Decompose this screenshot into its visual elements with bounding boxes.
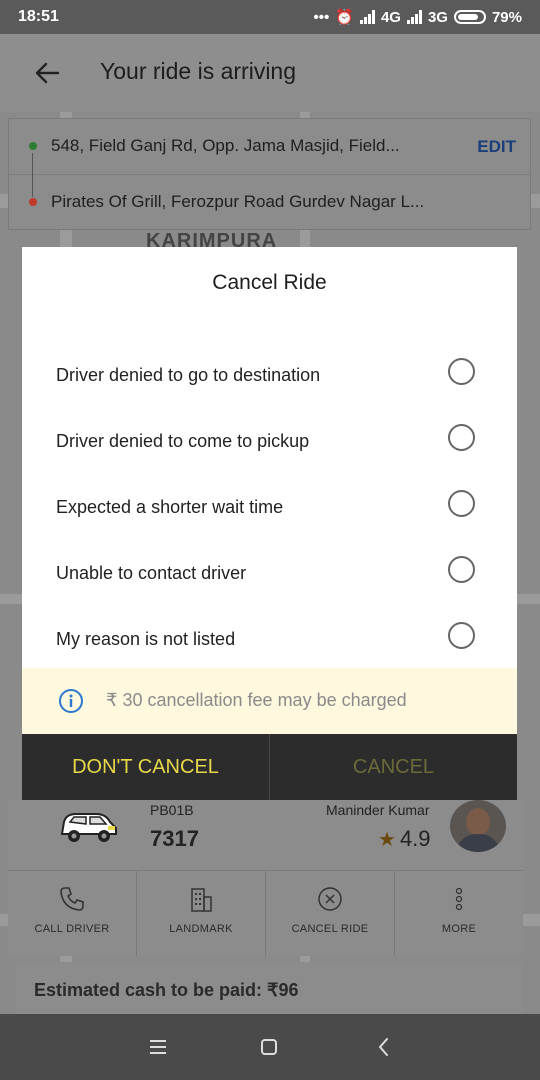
call-driver-button[interactable]: CALL DRIVER [8, 871, 137, 956]
landmark-button[interactable]: LANDMARK [137, 871, 266, 956]
drop-dot-icon [29, 198, 37, 206]
drop-address: Pirates Of Grill, Ferozpur Road Gurdev N… [51, 192, 425, 211]
estimate-bar: Estimated cash to be paid: ₹96 [16, 962, 522, 1014]
reason-option[interactable]: Driver denied to come to pickup [22, 411, 517, 477]
driver-rating: ★ 4.9 [378, 826, 431, 852]
back-arrow-icon[interactable] [30, 56, 64, 90]
plate-number: 7317 [150, 826, 199, 851]
more-dots-icon: ••• [313, 8, 330, 26]
ride-actions: CALL DRIVER LANDMARK CANCEL RIDE MORE [8, 870, 523, 956]
home-icon[interactable] [261, 1039, 277, 1055]
reason-label: Unable to contact driver [56, 563, 247, 583]
estimated-cash-text: Estimated cash to be paid: ₹96 [34, 980, 299, 1000]
driver-name: Maninder Kumar [326, 802, 430, 818]
pickup-row[interactable]: 548, Field Ganj Rd, Opp. Jama Masjid, Fi… [9, 119, 530, 175]
star-icon: ★ [378, 829, 396, 851]
cancel-ride-button[interactable]: CANCEL RIDE [266, 871, 395, 956]
more-button[interactable]: MORE [395, 871, 523, 956]
reason-label: Driver denied to come to pickup [56, 431, 310, 451]
signal-icon [359, 10, 375, 24]
more-label: MORE [441, 923, 477, 935]
phone-icon [60, 887, 84, 911]
reason-option[interactable]: Expected a shorter wait time [22, 477, 517, 543]
confirm-cancel-label: CANCEL [352, 756, 435, 778]
reason-radio[interactable] [448, 622, 475, 649]
driver-card: PB01B 7317 Maninder Kumar ★ 4.9 [8, 800, 523, 870]
building-icon [191, 888, 212, 912]
system-back-icon[interactable] [374, 1036, 394, 1058]
app-bar: Your ride is arriving [0, 34, 540, 112]
edit-button[interactable]: EDIT [477, 137, 516, 157]
pickup-dot-icon [29, 142, 37, 150]
more-vertical-icon [455, 887, 463, 911]
info-icon [59, 689, 83, 713]
landmark-label: LANDMARK [169, 923, 233, 935]
network-type-1: 4G [380, 8, 401, 26]
page-title: Your ride is arriving [100, 58, 297, 84]
status-icons: ••• ⏰ 4G 3G 79% [313, 8, 522, 27]
confirm-cancel-button[interactable]: CANCEL [270, 734, 517, 800]
recent-apps-icon[interactable] [150, 1040, 166, 1054]
system-nav-bar [0, 1014, 540, 1080]
dialog-title: Cancel Ride [212, 271, 327, 294]
cancel-circle-icon [318, 887, 342, 911]
signal-icon-2 [406, 10, 422, 24]
rating-value: 4.9 [399, 826, 431, 851]
network-type-2: 3G [427, 8, 448, 26]
reason-label: Expected a shorter wait time [56, 497, 284, 517]
reason-option[interactable]: Driver denied to go to destination [22, 345, 517, 411]
reason-option[interactable]: Unable to contact driver [22, 543, 517, 609]
route-card: 548, Field Ganj Rd, Opp. Jama Masjid, Fi… [8, 118, 531, 230]
cancel-ride-label: CANCEL RIDE [291, 923, 369, 935]
pickup-address: 548, Field Ganj Rd, Opp. Jama Masjid, Fi… [51, 136, 400, 155]
reason-radio[interactable] [448, 490, 475, 517]
battery-percent: 79% [491, 8, 522, 26]
reason-label: My reason is not listed [56, 629, 236, 649]
reason-option[interactable]: My reason is not listed [22, 609, 517, 675]
status-time: 18:51 [18, 8, 59, 25]
dont-cancel-label: DON'T CANCEL [72, 756, 219, 778]
dont-cancel-button[interactable]: DON'T CANCEL [22, 734, 270, 800]
alarm-icon: ⏰ [335, 9, 354, 26]
reason-radio[interactable] [448, 358, 475, 385]
cancellation-fee-notice: ₹ 30 cancellation fee may be charged [22, 668, 517, 734]
car-icon [60, 813, 117, 842]
driver-avatar[interactable] [450, 800, 506, 852]
cancel-ride-dialog: Cancel Ride Driver denied to go to desti… [22, 247, 517, 800]
reason-radio[interactable] [448, 556, 475, 583]
fee-notice-text: ₹ 30 cancellation fee may be charged [106, 690, 407, 710]
drop-row[interactable]: Pirates Of Grill, Ferozpur Road Gurdev N… [9, 175, 530, 231]
plate-prefix: PB01B [150, 802, 194, 818]
reason-radio[interactable] [448, 424, 475, 451]
reason-label: Driver denied to go to destination [56, 365, 321, 385]
dialog-actions: DON'T CANCEL CANCEL [22, 734, 517, 800]
call-driver-label: CALL DRIVER [34, 923, 110, 935]
status-bar: 18:51 ••• ⏰ 4G 3G 79% [0, 0, 540, 34]
battery-icon [453, 10, 486, 24]
